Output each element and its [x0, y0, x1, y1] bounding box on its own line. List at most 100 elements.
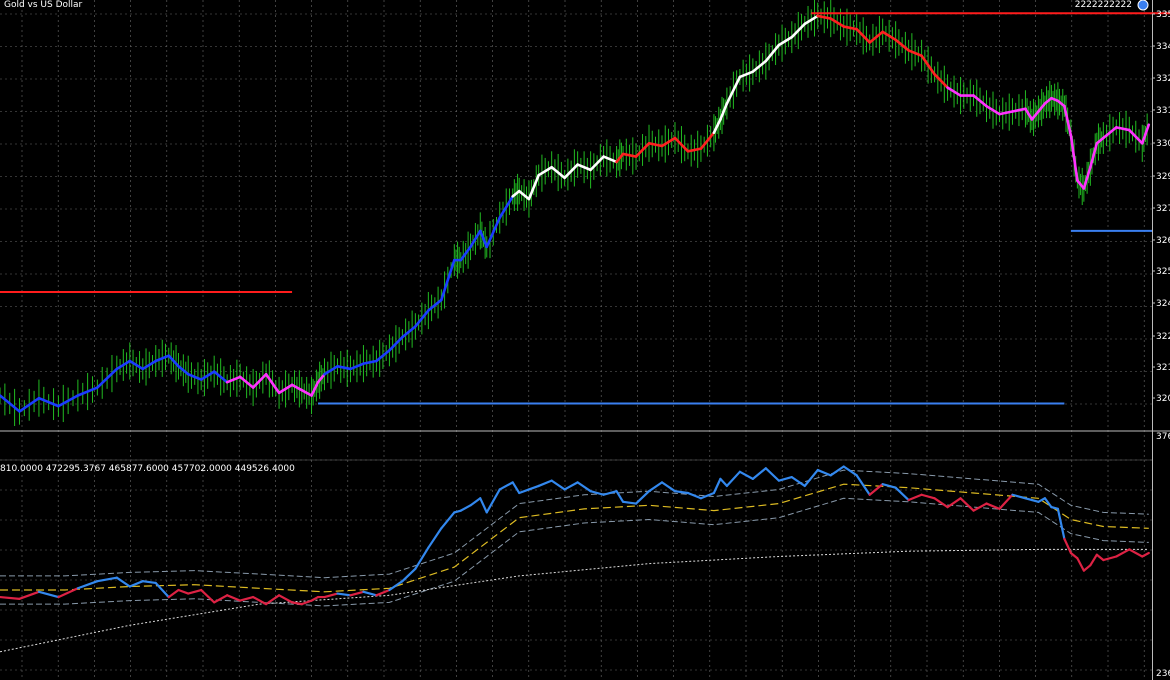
indicator-line-segment: [1115, 548, 1131, 558]
price-tick-label: 324: [1156, 299, 1170, 309]
indicator-line-segment: [414, 546, 430, 570]
indicator-line-segment: [76, 580, 99, 590]
price-tick-label: 325: [1156, 267, 1170, 277]
indicator-line-segment: [537, 479, 553, 488]
indicator-line-segment: [673, 490, 690, 495]
indicator-line-segment: [401, 567, 417, 583]
indicator-line-segment: [427, 527, 443, 549]
price-line-segment: [621, 152, 638, 158]
indicator-line-segment: [252, 595, 268, 606]
indicator-line-segment: [790, 476, 806, 488]
indicator-line-segment: [1089, 553, 1098, 567]
indicator-line-segment: [479, 497, 488, 514]
price-tick-label: 326: [1156, 236, 1170, 246]
level-marker-icon: [1137, 0, 1149, 11]
indicator-line-segment: [725, 470, 741, 488]
price-tick-label: 330: [1156, 139, 1170, 149]
indicator-line-segment: [959, 497, 975, 512]
chart-canvas[interactable]: 335 334 332 331 330 329 327 326 325 324 322 321 320 3…: [0, 0, 1170, 680]
indicator-line-segment: [323, 592, 339, 599]
grid: [0, 0, 1170, 680]
indicator-line-segment: [550, 479, 566, 491]
indicator-line-segment: [1128, 548, 1144, 558]
price-line-segment: [362, 359, 378, 365]
price-line-segment: [336, 364, 352, 371]
price-line-segment: [1089, 142, 1099, 169]
indicator-tick-label: 236: [1156, 669, 1170, 679]
indicator-line-segment: [1056, 507, 1066, 540]
indicator-line-segment: [527, 484, 540, 491]
lower-band-line: [0, 497, 1149, 607]
indicator-line-segment: [459, 504, 472, 512]
indicator-line-segment: [277, 594, 294, 604]
indicator-line-segment: [375, 588, 391, 597]
indicator-line-segment: [336, 592, 352, 597]
price-tick-label: 331: [1156, 106, 1170, 116]
price-line-segment: [816, 14, 833, 20]
indicator-line-segment: [141, 580, 157, 585]
indicator-line-segment: [226, 594, 242, 602]
price-line-segment: [686, 147, 703, 153]
indicator-line-segment: [167, 588, 180, 599]
indicator-line-segment: [0, 595, 21, 600]
indicator-line-segment: [907, 493, 923, 502]
price-tick-label: 322: [1156, 332, 1170, 342]
indicator-line-segment: [576, 481, 592, 493]
indicator-line-segment: [712, 477, 722, 495]
indicator-line-segment: [621, 500, 638, 505]
indicator-line-segment: [213, 594, 229, 604]
indicator-line-segment: [1095, 553, 1105, 562]
price-tick-label: 334: [1156, 42, 1170, 52]
indicator-line-segment: [37, 590, 60, 599]
indicator-line-segment: [96, 576, 118, 583]
price-line-segment: [527, 173, 540, 201]
indicator-line-segment: [719, 477, 728, 488]
indicator-line-segment: [239, 595, 255, 602]
slow-line: [0, 548, 1149, 653]
price-line-segment: [998, 110, 1014, 116]
indicator-line-segment: [894, 486, 910, 502]
chart-tag: 2222222222: [1074, 0, 1132, 10]
indicator-line-segment: [115, 576, 131, 588]
indicator-line-segment: [349, 590, 365, 597]
indicator-line-segment: [933, 497, 949, 509]
indicator-line-segment: [1102, 555, 1118, 562]
indicator-line-segment: [1076, 557, 1085, 572]
indicator-line-segment: [751, 467, 767, 480]
indicator-line-segment: [764, 467, 780, 482]
price-tick-label: 332: [1156, 74, 1170, 84]
indicator-line-segment: [634, 490, 651, 505]
indicator-line-segment: [511, 481, 521, 495]
mid-line: [0, 483, 1149, 593]
price-tick-label: 321: [1156, 363, 1170, 373]
indicator-values: 810.0000 472295.3767 465877.6000 457702.…: [0, 464, 295, 474]
indicator-line-segment: [300, 599, 313, 606]
chart-title: Gold vs US Dollar: [4, 0, 83, 10]
indicator-line-segment: [440, 511, 456, 530]
indicator-line-segment: [660, 481, 677, 493]
indicator-line-segment: [18, 590, 41, 600]
price-tick-label: 329: [1156, 172, 1170, 182]
price-tick-label: 320: [1156, 394, 1170, 404]
indicator-line-segment: [777, 476, 793, 482]
price-line-segment: [440, 258, 456, 302]
indicator-line-segment: [187, 588, 203, 595]
indicator-plot: [0, 465, 1150, 653]
indicator-line-segment: [1082, 564, 1092, 572]
indicator-tick-label: 376: [1156, 432, 1170, 442]
chart-window: 335 334 332 331 330 329 327 326 325 324 322 321 320 3…: [0, 0, 1170, 680]
indicator-line-segment: [816, 468, 832, 477]
price-tick-label: 335: [1156, 10, 1170, 20]
price-line-segment: [1115, 126, 1131, 132]
price-tick-label: 327: [1156, 204, 1170, 214]
indicator-line-segment: [1063, 537, 1072, 555]
indicator-line-segment: [469, 497, 482, 507]
price-line-segment: [1011, 107, 1027, 113]
indicator-line-segment: [128, 580, 144, 588]
indicator-line-segment: [998, 493, 1014, 510]
indicator-line-segment: [362, 590, 378, 597]
indicator-line-segment: [920, 493, 936, 500]
indicator-line-segment: [563, 481, 579, 491]
indicator-line-segment: [388, 580, 404, 592]
indicator-line-segment: [498, 481, 514, 491]
